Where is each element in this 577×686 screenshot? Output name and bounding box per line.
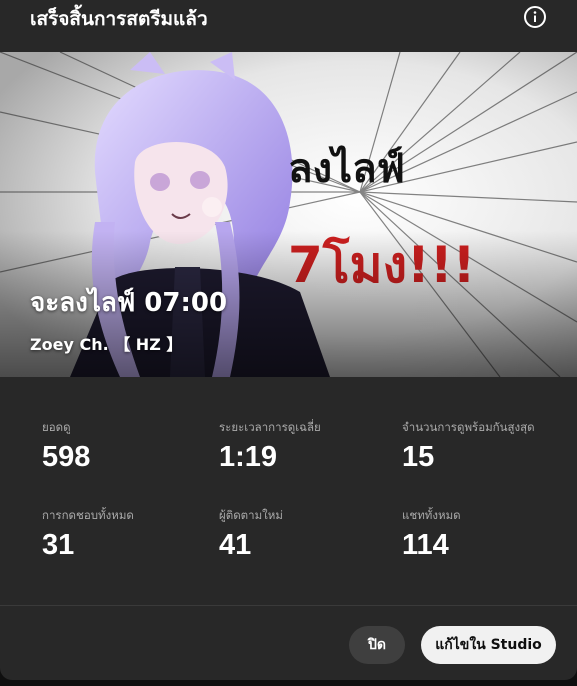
stream-ended-dialog: เสร็จสิ้นการสตรีมแล้ว จะลงไลฟ์ 07:00 Zoe…: [0, 0, 577, 680]
info-icon[interactable]: [523, 5, 547, 29]
stat-views: ยอดดู 598: [42, 419, 212, 474]
dialog-header: เสร็จสิ้นการสตรีมแล้ว: [0, 0, 577, 52]
dialog-title: เสร็จสิ้นการสตรีมแล้ว: [30, 8, 208, 30]
stat-avg-watch-time: ระยะเวลาการดูเฉลี่ย 1:19: [219, 419, 389, 474]
stat-peak-concurrent: จำนวนการดูพร้อมกันสูงสุด 15: [402, 419, 572, 474]
edit-in-studio-button[interactable]: แก้ไขใน Studio: [421, 626, 556, 664]
stat-value: 598: [42, 441, 91, 473]
stat-total-likes: การกดชอบทั้งหมด 31: [42, 507, 212, 562]
stat-label: ผู้ติดตามใหม่: [219, 508, 283, 522]
stat-value: 15: [402, 441, 435, 473]
stat-value: 114: [402, 529, 449, 561]
stream-title: จะลงไลฟ์ 07:00: [30, 288, 228, 318]
stream-thumbnail: ลงไลฟ์ 7โมง!!! จะลงไลฟ์ 07:00 Zoey Ch. 【…: [0, 52, 577, 377]
stat-label: จำนวนการดูพร้อมกันสูงสุด: [402, 420, 535, 434]
stats-grid: ยอดดู 598 ระยะเวลาการดูเฉลี่ย 1:19 จำนวน…: [0, 377, 577, 605]
stat-label: ยอดดู: [42, 420, 71, 434]
stat-value: 1:19: [219, 441, 278, 473]
stat-label: แชททั้งหมด: [402, 508, 461, 522]
channel-name: Zoey Ch. 【 HZ 】: [30, 335, 183, 354]
stat-total-chats: แชททั้งหมด 114: [402, 507, 572, 562]
stat-label: ระยะเวลาการดูเฉลี่ย: [219, 420, 321, 434]
close-button[interactable]: ปิด: [349, 626, 405, 664]
background-page: [0, 680, 577, 686]
stat-value: 31: [42, 529, 75, 561]
stat-value: 41: [219, 529, 252, 561]
footer-divider: [0, 605, 577, 606]
stat-new-subscribers: ผู้ติดตามใหม่ 41: [219, 507, 389, 562]
stat-label: การกดชอบทั้งหมด: [42, 508, 134, 522]
